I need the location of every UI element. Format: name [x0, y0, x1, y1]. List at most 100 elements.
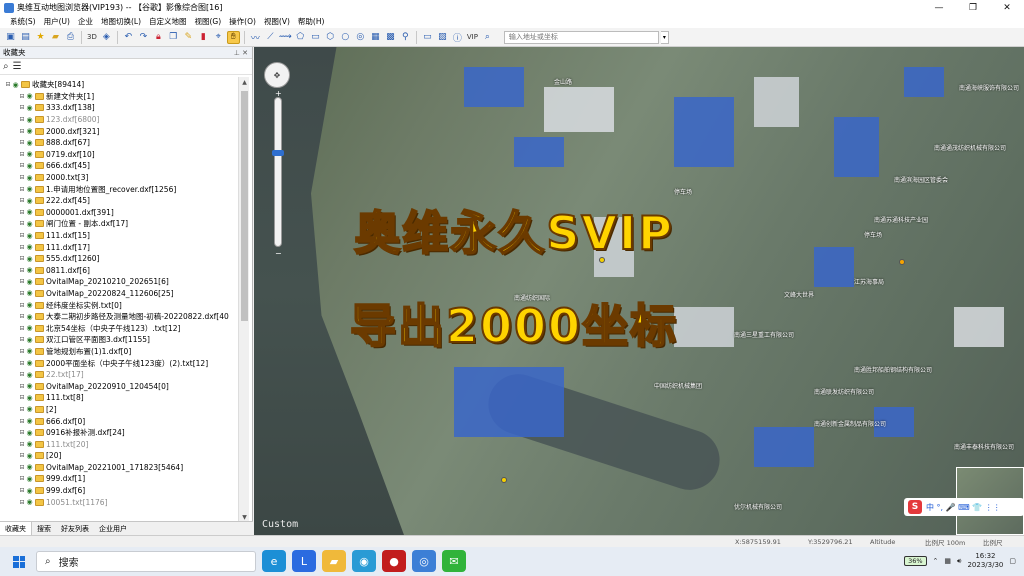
visible-eye-icon[interactable]: ◉ — [26, 452, 33, 460]
visible-eye-icon[interactable]: ◉ — [26, 475, 33, 483]
print-icon[interactable]: ⎙ — [64, 31, 77, 44]
grid-icon[interactable]: ▦ — [369, 31, 382, 44]
visible-eye-icon[interactable]: ◉ — [26, 359, 33, 367]
expand-icon[interactable]: ⊟ — [18, 371, 26, 378]
tree-item[interactable]: ⊟ ◉ 0000001.dxf[391] — [0, 207, 238, 219]
menu-system[interactable]: 系统(S) — [6, 16, 40, 27]
visible-eye-icon[interactable]: ◉ — [26, 116, 33, 124]
donut-icon[interactable]: ◎ — [354, 31, 367, 44]
lock-icon[interactable]: 🔒︎ — [152, 31, 165, 44]
3d-button[interactable]: 3D — [86, 33, 98, 41]
expand-icon[interactable]: ⊟ — [18, 383, 26, 390]
map-label[interactable]: 文峰大世界 — [784, 290, 814, 299]
shape-icon[interactable]: ⬡ — [324, 31, 337, 44]
visible-eye-icon[interactable]: ◉ — [26, 185, 33, 193]
menu-map-switch[interactable]: 地图切换(L) — [97, 16, 145, 27]
visible-eye-icon[interactable]: ◉ — [26, 162, 33, 170]
visible-eye-icon[interactable]: ◉ — [26, 382, 33, 390]
navigation-compass[interactable]: ✥ — [264, 62, 290, 88]
visible-eye-icon[interactable]: ◉ — [26, 150, 33, 158]
map-label[interactable]: 南通纺织国际 — [514, 293, 550, 302]
file-explorer-icon[interactable]: ▰ — [322, 550, 346, 572]
expand-icon[interactable]: ⊟ — [18, 244, 26, 251]
visible-eye-icon[interactable]: ◉ — [26, 336, 33, 344]
tree-item[interactable]: ⊟ ◉ 333.dxf[138] — [0, 102, 238, 114]
tree-item[interactable]: ⊟ ◉ 10051.txt[1176] — [0, 496, 238, 508]
tree-item[interactable]: ⊟ ◉ 666.dxf[45] — [0, 160, 238, 172]
search-icon[interactable]: ⌕ — [481, 31, 494, 44]
expand-icon[interactable]: ⊟ — [18, 232, 26, 239]
tree-item[interactable]: ⊟ ◉ 666.dxf[0] — [0, 415, 238, 427]
search-icon[interactable]: ⌕ — [3, 61, 9, 72]
tree-item[interactable]: ⊟ ◉ 111.dxf[17] — [0, 241, 238, 253]
info-icon[interactable]: ⓘ — [451, 31, 464, 44]
map-label[interactable]: 南通丰泰科技有限公司 — [954, 442, 1014, 451]
map-label[interactable]: 金山路 — [554, 77, 572, 86]
menu-view-g[interactable]: 视图(G) — [191, 16, 226, 27]
layers-icon[interactable]: ◈ — [100, 31, 113, 44]
expand-icon[interactable]: ⊟ — [18, 255, 26, 262]
ime-toolbar[interactable]: S 中 °, 🎤 ⌨ 👕 ⋮⋮ — [904, 498, 1024, 516]
favorite-icon[interactable]: ★ — [34, 31, 47, 44]
visible-eye-icon[interactable]: ◉ — [26, 440, 33, 448]
tree-item[interactable]: ⊟ ◉ 管地规划布置(1)1.dxf[0] — [0, 346, 238, 358]
expand-icon[interactable]: ⊟ — [18, 464, 26, 471]
map-label[interactable]: 南通苏通科技产业园 — [874, 215, 928, 224]
edge-icon[interactable]: e — [262, 550, 286, 572]
expand-icon[interactable]: ⊟ — [18, 302, 26, 309]
tree-item[interactable]: ⊟ ◉ 双江口管区平面图3.dxf[1155] — [0, 334, 238, 346]
minimize-button[interactable]: — — [922, 0, 956, 15]
visible-eye-icon[interactable]: ◉ — [26, 347, 33, 355]
map-label[interactable]: 中国纺织机械集团 — [654, 381, 702, 390]
menu-view[interactable]: 视图(V) — [260, 16, 294, 27]
expand-icon[interactable]: ⊟ — [18, 290, 26, 297]
marker-icon[interactable]: ⌖ — [212, 31, 225, 44]
menu-enterprise[interactable]: 企业 — [74, 16, 97, 27]
tree-vertical-scrollbar[interactable]: ▲ ▼ — [238, 77, 249, 523]
start-button[interactable] — [6, 549, 32, 575]
expand-icon[interactable]: ⊟ — [18, 116, 26, 123]
tree-item[interactable]: ⊟ ◉ 111.dxf[15] — [0, 230, 238, 242]
taskbar-search[interactable]: ⌕ 搜索 — [36, 551, 256, 572]
expand-icon[interactable]: ⊟ — [4, 81, 12, 88]
visible-eye-icon[interactable]: ◉ — [26, 313, 33, 321]
tree-item[interactable]: ⊟ ◉ 123.dxf[6800] — [0, 114, 238, 126]
visible-eye-icon[interactable]: ◉ — [26, 429, 33, 437]
scroll-up-icon[interactable]: ▲ — [239, 77, 250, 88]
tree-item[interactable]: ⊟ ◉ 1.申请用地位置图_recover.dxf[1256] — [0, 183, 238, 195]
expand-icon[interactable]: ⊟ — [18, 429, 26, 436]
map-label[interactable]: 停车场 — [674, 187, 692, 196]
visible-eye-icon[interactable]: ◉ — [26, 139, 33, 147]
tree-item[interactable]: ⊟ ◉ 555.dxf[1260] — [0, 253, 238, 265]
record-icon[interactable]: ● — [382, 550, 406, 572]
menu-custom-map[interactable]: 自定义地图 — [145, 16, 191, 27]
map-pin-icon[interactable] — [501, 477, 507, 483]
visible-eye-icon[interactable]: ◉ — [26, 371, 33, 379]
visible-eye-icon[interactable]: ◉ — [26, 266, 33, 274]
chevron-up-icon[interactable]: ⌃ — [933, 557, 939, 565]
tree-item[interactable]: ⊟ ◉ 大泰二期初步路径及测量地图-初稿-20220822.dxf[40 — [0, 311, 238, 323]
expand-icon[interactable]: ⊟ — [18, 313, 26, 320]
filter-icon[interactable]: ☰ — [13, 61, 22, 72]
visible-eye-icon[interactable]: ◉ — [26, 289, 33, 297]
tree-item[interactable]: ⊟ ◉ 2000.dxf[321] — [0, 125, 238, 137]
visible-eye-icon[interactable]: ◉ — [26, 127, 33, 135]
tree-item[interactable]: ⊟ ◉ 999.dxf[1] — [0, 473, 238, 485]
track-icon[interactable]: ⟋ — [264, 31, 277, 44]
expand-icon[interactable]: ⊟ — [18, 406, 26, 413]
tree-item[interactable]: ⊟ ◉ 2000.txt[3] — [0, 172, 238, 184]
book-icon[interactable]: ▮ — [197, 31, 210, 44]
tab-search[interactable]: 搜索 — [32, 522, 56, 536]
image-icon[interactable]: ▩ — [384, 31, 397, 44]
map-icon[interactable]: ▨ — [436, 31, 449, 44]
visible-eye-icon[interactable]: ◉ — [26, 463, 33, 471]
tree-item[interactable]: ⊟ ◉ 111.txt[8] — [0, 392, 238, 404]
tree-item[interactable]: ⊟ ◉ 闸门位置 - 副本.dxf[17] — [0, 218, 238, 230]
redo-icon[interactable]: ↷ — [137, 31, 150, 44]
expand-icon[interactable]: ⊟ — [18, 174, 26, 181]
visible-eye-icon[interactable]: ◉ — [26, 255, 33, 263]
map-label[interactable]: 江苏海事局 — [854, 277, 884, 286]
expand-icon[interactable]: ⊟ — [18, 348, 26, 355]
map-label[interactable]: 南通创新金属制品有限公司 — [814, 419, 886, 428]
visible-eye-icon[interactable]: ◉ — [26, 243, 33, 251]
